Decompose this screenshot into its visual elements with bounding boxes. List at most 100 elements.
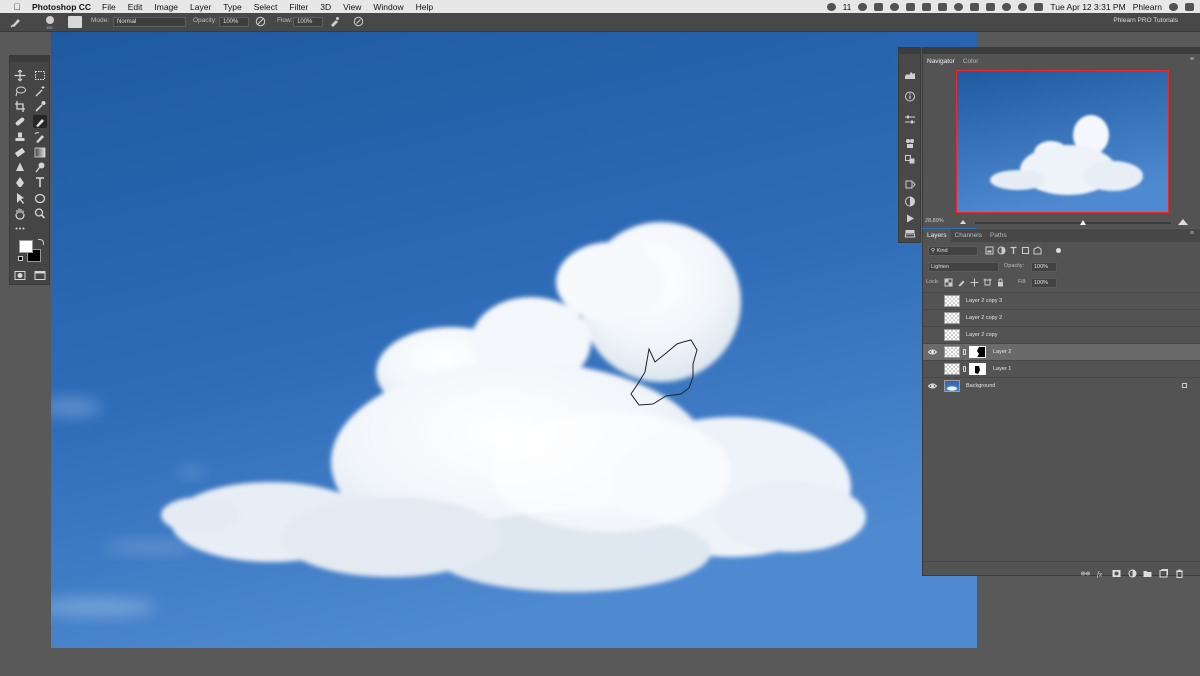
brush-tool-preset-icon[interactable]: [10, 16, 22, 28]
time-machine-icon[interactable]: [954, 2, 964, 11]
adjustment-filter-icon[interactable]: [997, 246, 1006, 255]
default-colors-icon[interactable]: [18, 256, 23, 261]
record-icon[interactable]: [858, 2, 868, 11]
fill-field[interactable]: 100%: [1031, 278, 1057, 288]
visibility-eye-icon[interactable]: [927, 348, 938, 356]
filter-toggle-icon[interactable]: [1054, 246, 1063, 255]
menu-image[interactable]: Image: [154, 2, 178, 12]
zoom-slider-track[interactable]: [975, 222, 1171, 224]
mode-select[interactable]: Normal: [113, 17, 186, 27]
layer-row-layer-2-copy-3[interactable]: Layer 2 copy 3: [923, 292, 1200, 309]
actions-icon[interactable]: [904, 177, 916, 189]
dropbox-icon[interactable]: [922, 2, 932, 11]
pixel-filter-icon[interactable]: [985, 246, 994, 255]
adjustments-icon[interactable]: [904, 194, 916, 207]
lock-artboard-icon[interactable]: [983, 278, 992, 287]
lock-transparent-icon[interactable]: [944, 278, 953, 287]
lock-all-icon[interactable]: [996, 278, 1005, 287]
menu-window[interactable]: Window: [373, 2, 403, 12]
type-filter-icon[interactable]: [1009, 246, 1018, 255]
document-canvas[interactable]: [51, 32, 977, 648]
zoom-level[interactable]: 28.89%: [925, 218, 944, 224]
brush-presets-icon[interactable]: [904, 136, 916, 148]
layer-name[interactable]: Background: [966, 383, 995, 389]
pressure-size-icon[interactable]: [353, 16, 364, 27]
hand-tool-icon[interactable]: [13, 207, 27, 220]
link-layers-icon[interactable]: [1081, 565, 1090, 576]
evernote-icon[interactable]: [906, 2, 916, 11]
panel-menu-icon[interactable]: ≡: [1190, 56, 1194, 63]
brush-tool-icon[interactable]: [33, 115, 47, 128]
tab-navigator[interactable]: Navigator: [923, 55, 959, 68]
lock-icon[interactable]: [1182, 383, 1187, 388]
quick-mask-icon[interactable]: [13, 269, 27, 282]
layer-mask-thumbnail[interactable]: [969, 363, 986, 375]
tab-paths[interactable]: Paths: [986, 229, 1011, 242]
battery-icon[interactable]: [1034, 2, 1044, 11]
filter-kind-select[interactable]: ⚲ Kind: [928, 246, 978, 256]
zoom-in-icon[interactable]: [1178, 219, 1188, 225]
layer-name[interactable]: Layer 2: [993, 349, 1011, 355]
layer-row-layer-2[interactable]: Layer 2: [923, 343, 1200, 360]
tools-panel-header[interactable]: [10, 56, 49, 62]
volume-icon[interactable]: [1002, 2, 1012, 11]
layer-mask-thumbnail[interactable]: [969, 346, 986, 358]
brush-panel-toggle-icon[interactable]: [68, 16, 82, 28]
app-name-menu[interactable]: Photoshop CC: [32, 2, 91, 12]
workspace-switcher[interactable]: Phlearn PRO Tutorials: [1113, 17, 1178, 24]
navigator-panel-header[interactable]: [923, 47, 1200, 54]
airplay-icon[interactable]: [986, 2, 996, 11]
crop-tool-icon[interactable]: [13, 100, 27, 113]
notification-center-icon[interactable]: [1185, 2, 1194, 11]
dock-header[interactable]: [899, 48, 920, 54]
grid-icon[interactable]: [938, 2, 948, 11]
canvas-image[interactable]: [51, 32, 977, 648]
delete-layer-icon[interactable]: [1175, 565, 1184, 578]
zoom-out-icon[interactable]: [960, 220, 966, 224]
layer-name[interactable]: Layer 2 copy 3: [966, 298, 1002, 304]
lasso-tool-icon[interactable]: [13, 85, 27, 98]
opacity-field[interactable]: 100%: [219, 17, 249, 27]
apple-icon[interactable]: : [11, 2, 23, 12]
magic-wand-tool-icon[interactable]: [33, 85, 47, 98]
menu-select[interactable]: Select: [254, 2, 278, 12]
path-selection-tool-icon[interactable]: [13, 192, 27, 205]
blur-tool-icon[interactable]: [13, 161, 27, 174]
airbrush-icon[interactable]: [329, 16, 340, 27]
screen-mode-icon[interactable]: [33, 269, 47, 282]
layer-row-layer-2-copy[interactable]: Layer 2 copy: [923, 326, 1200, 343]
menu-edit[interactable]: Edit: [128, 2, 143, 12]
menu-view[interactable]: View: [343, 2, 361, 12]
layers-panel-menu-icon[interactable]: ≡: [1190, 230, 1194, 237]
new-group-icon[interactable]: [1143, 565, 1152, 577]
menu-file[interactable]: File: [102, 2, 116, 12]
navigator-thumbnail[interactable]: [956, 70, 1169, 213]
histogram-icon[interactable]: [904, 67, 916, 79]
layer-name[interactable]: Layer 1: [993, 366, 1011, 372]
move-tool-icon[interactable]: [13, 69, 27, 82]
history-brush-tool-icon[interactable]: [33, 131, 47, 144]
dodge-tool-icon[interactable]: [33, 161, 47, 174]
layer-comps-icon[interactable]: [904, 226, 916, 238]
clock[interactable]: Tue Apr 12 3:31 PM: [1050, 2, 1125, 12]
menu-help[interactable]: Help: [416, 2, 433, 12]
user-name[interactable]: Phlearn: [1133, 2, 1162, 12]
navigator-view-box[interactable]: [956, 70, 1169, 213]
pressure-opacity-icon[interactable]: [255, 16, 266, 27]
lock-position-icon[interactable]: [970, 278, 979, 287]
layer-opacity-field[interactable]: 100%: [1031, 262, 1057, 272]
chat-icon[interactable]: [874, 2, 884, 11]
zoom-slider-thumb[interactable]: [1079, 220, 1086, 225]
play-action-icon[interactable]: [904, 211, 916, 223]
menu-filter[interactable]: Filter: [289, 2, 308, 12]
menu-layer[interactable]: Layer: [190, 2, 211, 12]
healing-brush-tool-icon[interactable]: [13, 115, 27, 128]
fx-icon[interactable]: fx: [1097, 565, 1106, 579]
clone-source-icon[interactable]: [904, 152, 916, 164]
display-icon[interactable]: [970, 2, 980, 11]
creative-cloud-icon[interactable]: [826, 2, 836, 11]
ellipse-tool-icon[interactable]: [33, 192, 47, 205]
gradient-tool-icon[interactable]: [33, 146, 47, 159]
eyedropper-tool-icon[interactable]: [33, 100, 47, 113]
blend-mode-select[interactable]: Lighten: [928, 262, 999, 272]
